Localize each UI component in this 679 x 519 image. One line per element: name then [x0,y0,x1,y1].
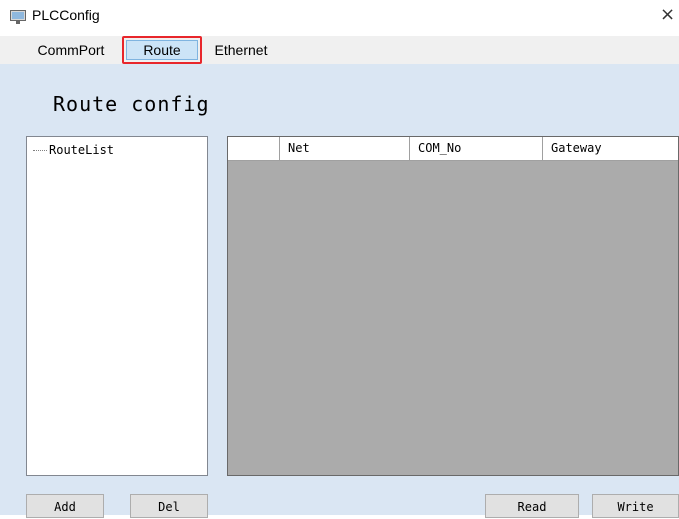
read-button[interactable]: Read [485,494,579,518]
close-icon[interactable]: × [660,5,675,25]
route-tree[interactable]: RouteList [26,136,208,476]
tree-item-routelist[interactable]: RouteList [33,143,114,157]
add-button[interactable]: Add [26,494,104,518]
table-header: Net COM_No Gateway [228,137,678,161]
route-table[interactable]: Net COM_No Gateway [227,136,679,476]
column-header-net[interactable]: Net [280,137,410,160]
column-header-rowhead [228,137,280,160]
tree-item-label: RouteList [49,143,115,157]
column-header-com-no[interactable]: COM_No [410,137,543,160]
page-title: Route config [53,92,210,116]
tab-commport[interactable]: CommPort [24,39,118,61]
window-title: PLCConfig [32,7,100,23]
tab-route-label: Route [126,40,198,60]
column-header-gateway[interactable]: Gateway [543,137,678,160]
tab-bar: CommPort Route Ethernet [0,36,679,64]
tree-connector [33,150,47,151]
del-button[interactable]: Del [130,494,208,518]
write-button[interactable]: Write [592,494,679,518]
route-config-panel: Route config RouteList Net COM_No Gatewa… [0,64,679,518]
title-bar: PLCConfig × [0,0,679,34]
tab-ethernet[interactable]: Ethernet [206,39,276,61]
tab-route[interactable]: Route [122,36,202,64]
app-icon [10,9,26,24]
